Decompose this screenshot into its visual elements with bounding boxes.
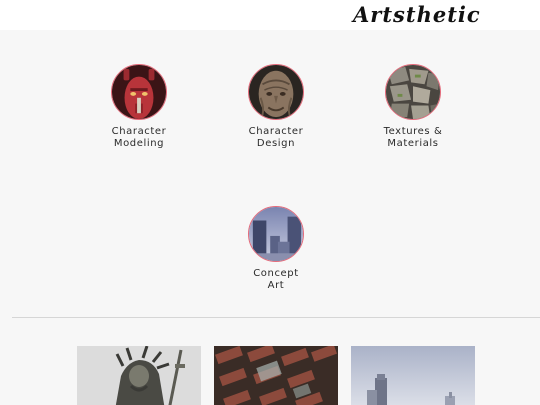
old-face-sculpt-thumbnail	[248, 64, 304, 120]
header: Artsthetic	[0, 0, 540, 30]
category-label: Textures & Materials	[383, 126, 443, 149]
gallery-item[interactable]	[77, 346, 201, 405]
foggy-tower-scene-image	[351, 346, 475, 405]
brick-floor-texture-image	[214, 346, 338, 405]
category-label: Concept Art	[253, 268, 299, 291]
warrior-sculpt-image	[77, 346, 201, 405]
category-label: Character Design	[248, 126, 304, 149]
stone-wall-texture-thumbnail	[385, 64, 441, 120]
page: Artsthetic Character Modeling Character …	[0, 0, 540, 405]
gallery-item[interactable]	[351, 346, 475, 405]
cityscape-concept-thumbnail	[248, 206, 304, 262]
brand-logo[interactable]: Artsthetic	[353, 2, 481, 27]
category-textures-materials[interactable]: Textures & Materials	[353, 64, 473, 150]
gallery-item[interactable]	[214, 346, 338, 405]
category-label: Character Modeling	[111, 126, 167, 149]
section-divider	[12, 317, 540, 318]
category-character-design[interactable]: Character Design	[216, 64, 336, 150]
category-character-modeling[interactable]: Character Modeling	[79, 64, 199, 150]
red-demon-head-thumbnail	[111, 64, 167, 120]
category-concept-art[interactable]: Concept Art	[216, 206, 336, 292]
